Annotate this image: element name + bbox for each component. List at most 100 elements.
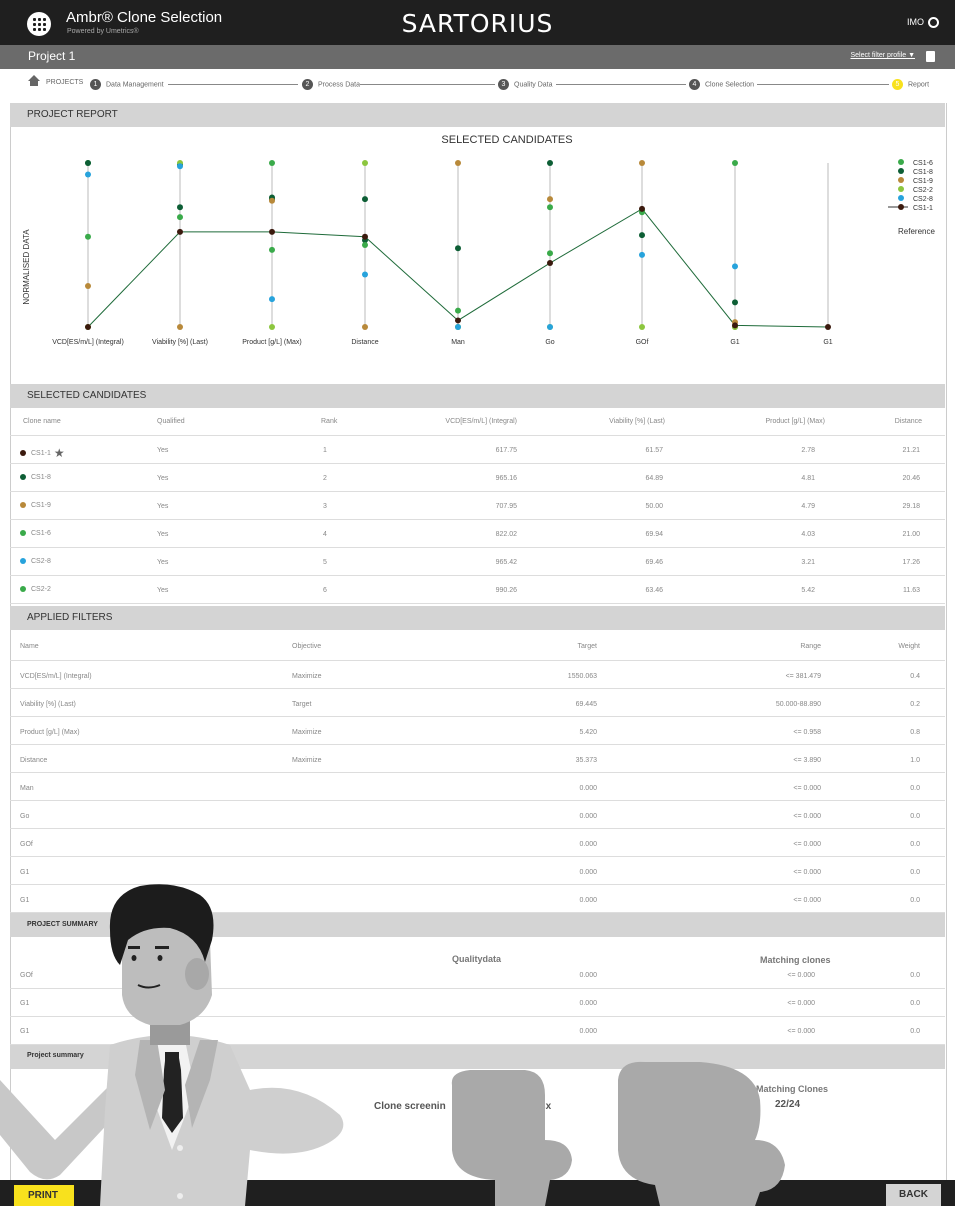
- series-point: [362, 233, 368, 240]
- print-button[interactable]: PRINT: [14, 1185, 74, 1206]
- table-header-row: Name Objective Target Range Weight: [10, 630, 945, 661]
- step-report[interactable]: 5 Report: [892, 79, 929, 90]
- col-distance: Distance: [894, 418, 922, 425]
- col-vcd: VCD[ES/m/L] (Integral): [445, 418, 517, 425]
- series-point: [639, 232, 645, 239]
- legend-marker: [898, 159, 904, 165]
- workflow-steps: PROJECTS 1 Data Management 2 Process Data …: [0, 69, 955, 99]
- series-point: [269, 228, 275, 235]
- series-point: [269, 324, 275, 330]
- series-color-dot: [20, 558, 26, 565]
- table-row: VCD[ES/m/L] (Integral) Maximize 1550.063 <=…: [10, 660, 945, 689]
- filter-range-cell: <= 381.479: [785, 673, 821, 680]
- filter-range-cell: <= 0.958: [793, 729, 821, 736]
- step-projects[interactable]: PROJECTS: [28, 75, 83, 87]
- category-tick-label: G1: [823, 339, 832, 346]
- table-row[interactable]: CS2-2 Yes 6 990.26 63.46 5.42 11.63: [10, 575, 945, 604]
- table-row[interactable]: CS1-8 Yes 2 965.16 64.89 4.81 20.46: [10, 463, 945, 492]
- qualified-cell: Yes: [157, 559, 169, 566]
- matching-clones-label-2: Matching Clones: [756, 1084, 829, 1094]
- table-row: Distance Maximize 35.373 <= 3.890 1.0: [10, 744, 945, 773]
- table-row: GOf 0.000 <= 0.000 0.0: [10, 960, 945, 989]
- rank-cell: 3: [323, 503, 327, 510]
- product-cell: 2.78: [801, 447, 815, 454]
- series-color-dot: [20, 450, 26, 456]
- project-bar: Project 1 Select filter profile ▼: [0, 45, 955, 69]
- step-data-management[interactable]: 1 Data Management: [90, 79, 164, 90]
- filter-weight-cell: 0.0: [910, 869, 920, 876]
- filter-target-cell: 1550.063: [567, 673, 597, 680]
- filter-profile-select[interactable]: Select filter profile ▼: [850, 52, 915, 59]
- series-point: [362, 196, 368, 203]
- clone-name-cell: CS1-1 ★: [20, 446, 65, 460]
- legend-label: CS1-8: [913, 169, 933, 176]
- table-row: Go 0.000 <= 0.000 0.0: [10, 800, 945, 829]
- step-quality-data[interactable]: 3 Quality Data: [498, 79, 553, 90]
- legend-label: CS1-6: [913, 160, 933, 167]
- qualified-cell: Yes: [157, 587, 169, 594]
- series-color-dot: [20, 530, 26, 537]
- summary-range-cell: <= 0.000: [787, 1000, 815, 1007]
- file-label-left: Clone screenin: [374, 1101, 446, 1112]
- filter-target-cell: 0.000: [579, 813, 597, 820]
- series-point: [85, 283, 91, 289]
- category-tick-label: Go: [545, 339, 554, 346]
- filter-range-cell: <= 0.000: [793, 785, 821, 792]
- matching-clones-value: 22/24: [775, 1099, 801, 1110]
- candidates-table: Clone name Qualified Rank VCD[ES/m/L] (I…: [10, 408, 945, 606]
- product-cell: 4.79: [801, 503, 815, 510]
- table-row: G1 0.000 <= 0.000 0.0: [10, 856, 945, 885]
- rank-cell: 2: [323, 475, 327, 482]
- series-point: [269, 160, 275, 166]
- series-point: [547, 204, 553, 211]
- step-clone-selection[interactable]: 4 Clone Selection: [689, 79, 754, 90]
- series-point: [362, 271, 368, 278]
- filter-weight-cell: 0.2: [910, 701, 920, 708]
- series-point: [639, 160, 645, 166]
- filter-target-cell: 0.000: [579, 869, 597, 876]
- filter-objective-cell: Maximize: [292, 673, 322, 680]
- step-process-data[interactable]: 2 Process Data: [302, 79, 360, 90]
- filter-name-cell: G1: [20, 897, 30, 904]
- back-button[interactable]: BACK: [886, 1184, 941, 1206]
- table-row[interactable]: CS1-9 Yes 3 707.95 50.00 4.79 29.18: [10, 491, 945, 520]
- series-color-dot: [20, 474, 26, 481]
- summary-weight-cell: 0.0: [910, 1000, 920, 1007]
- legend-label: CS2-2: [913, 187, 933, 194]
- series-point: [639, 324, 645, 330]
- series-point: [269, 246, 275, 253]
- user-icon: [928, 17, 939, 29]
- table-row[interactable]: CS2-8 Yes 5 965.42 69.46 3.21 17.26: [10, 547, 945, 576]
- table-row[interactable]: CS1-6 Yes 4 822.02 69.94 4.03 21.00: [10, 519, 945, 548]
- save-icon[interactable]: [926, 51, 935, 62]
- product-cell: 4.81: [801, 475, 815, 482]
- filter-name-cell: Distance: [20, 757, 48, 764]
- section-applied-filters: APPLIED FILTERS: [10, 606, 945, 630]
- series-point: [85, 324, 91, 330]
- series-color-dot: [20, 502, 26, 509]
- section-selected-candidates: SELECTED CANDIDATES: [10, 384, 945, 408]
- project-title: Project 1: [28, 49, 76, 63]
- rank-cell: 4: [323, 531, 327, 538]
- viability-cell: 61.57: [645, 447, 663, 454]
- star-icon[interactable]: ★: [54, 446, 65, 460]
- category-tick-label: VCD[ES/m/L] (Integral): [52, 339, 124, 346]
- vcd-cell: 990.26: [495, 587, 517, 594]
- vcd-cell: 965.16: [495, 475, 517, 482]
- col-name: Name: [20, 643, 39, 650]
- series-point: [85, 171, 91, 178]
- user-menu[interactable]: IMO: [907, 17, 939, 29]
- filter-target-cell: 0.000: [579, 897, 597, 904]
- table-row: Product [g/L] (Max) Maximize 5.420 <= 0.958…: [10, 716, 945, 745]
- filter-name-cell: Man: [20, 785, 34, 792]
- table-row: Man 0.000 <= 0.000 0.0: [10, 772, 945, 801]
- series-point: [362, 324, 368, 330]
- distance-cell: 11.63: [903, 587, 920, 594]
- filters-table: Name Objective Target Range Weight VCD[E…: [10, 630, 945, 913]
- series-point: [732, 299, 738, 306]
- series-point: [825, 324, 831, 330]
- product-cell: 4.03: [801, 531, 815, 538]
- table-row[interactable]: CS1-1 ★ Yes 1 617.75 61.57 2.78 21.21: [10, 435, 945, 464]
- summary-target-cell: 0.000: [579, 1028, 597, 1035]
- legend-label: CS1-1: [913, 205, 933, 212]
